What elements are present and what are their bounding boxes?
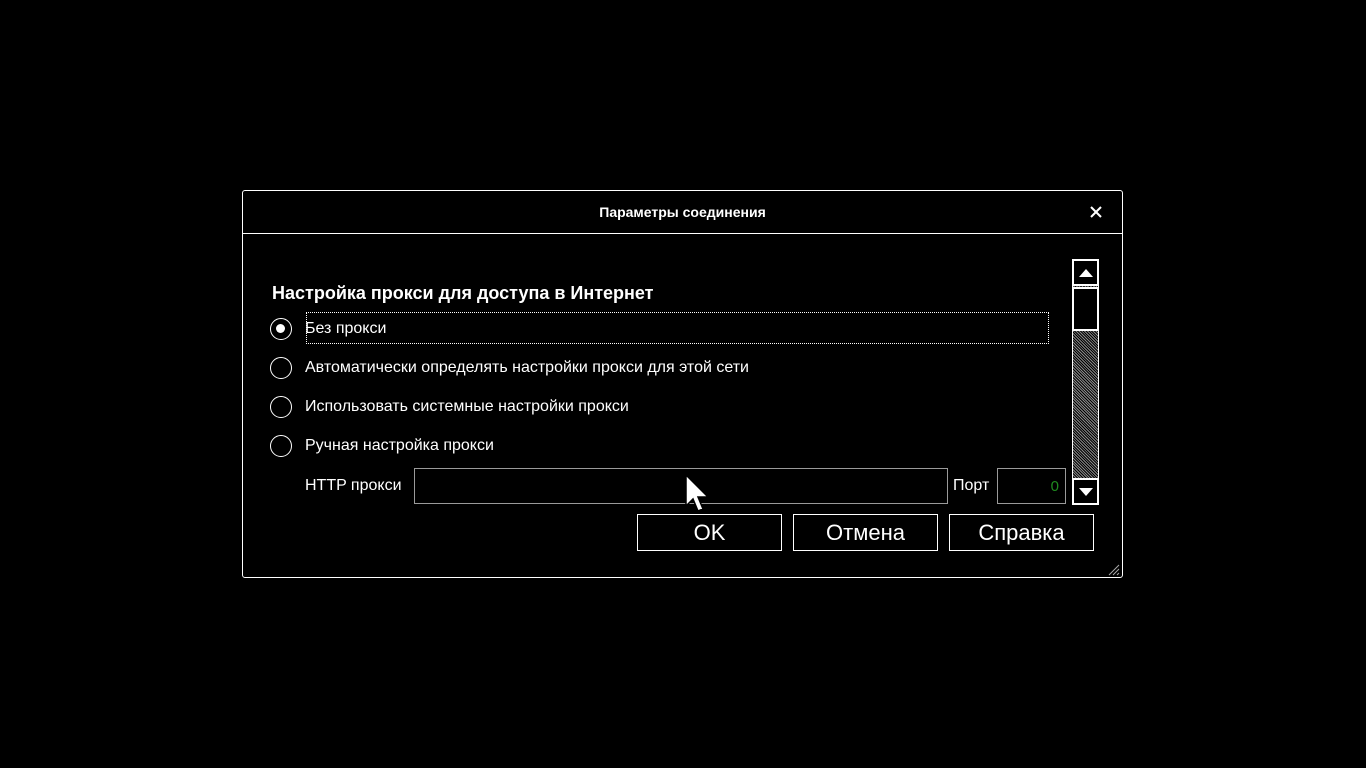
http-proxy-input[interactable] xyxy=(414,468,948,504)
radio-system-proxy[interactable]: Использовать системные настройки прокси xyxy=(270,392,629,422)
radio-label: Автоматически определять настройки прокс… xyxy=(305,359,749,376)
cancel-button[interactable]: Отмена xyxy=(793,514,938,551)
focus-indicator xyxy=(306,312,1049,344)
port-label: Порт xyxy=(953,477,990,494)
radio-label: Без прокси xyxy=(305,320,387,337)
ok-button[interactable]: OK xyxy=(637,514,782,551)
vertical-scrollbar[interactable] xyxy=(1072,259,1099,505)
radio-button[interactable] xyxy=(270,357,292,379)
radio-button[interactable] xyxy=(270,396,292,418)
dialog-titlebar[interactable]: Параметры соединения xyxy=(243,191,1122,234)
radio-button[interactable] xyxy=(270,435,292,457)
http-proxy-label: HTTP прокси xyxy=(305,477,402,494)
resize-grip-icon[interactable] xyxy=(1106,562,1120,576)
dialog-content: Настройка прокси для доступа в Интернет … xyxy=(243,235,1122,578)
port-input[interactable] xyxy=(997,468,1066,504)
close-icon[interactable] xyxy=(1086,202,1106,222)
scrollbar-thumb[interactable] xyxy=(1072,287,1099,331)
radio-no-proxy[interactable]: Без прокси xyxy=(270,314,386,344)
radio-label: Использовать системные настройки прокси xyxy=(305,398,629,415)
radio-auto-detect[interactable]: Автоматически определять настройки прокс… xyxy=(270,353,749,383)
dialog-title: Параметры соединения xyxy=(599,204,766,220)
scroll-up-arrow-icon[interactable] xyxy=(1072,259,1099,286)
proxy-section-heading: Настройка прокси для доступа в Интернет xyxy=(272,283,654,303)
connection-settings-dialog: Параметры соединения Настройка прокси дл… xyxy=(242,190,1123,578)
radio-manual-proxy[interactable]: Ручная настройка прокси xyxy=(270,431,494,461)
help-button[interactable]: Справка xyxy=(949,514,1094,551)
radio-button-checked[interactable] xyxy=(270,318,292,340)
radio-label: Ручная настройка прокси xyxy=(305,437,494,454)
scroll-down-arrow-icon[interactable] xyxy=(1072,478,1099,505)
